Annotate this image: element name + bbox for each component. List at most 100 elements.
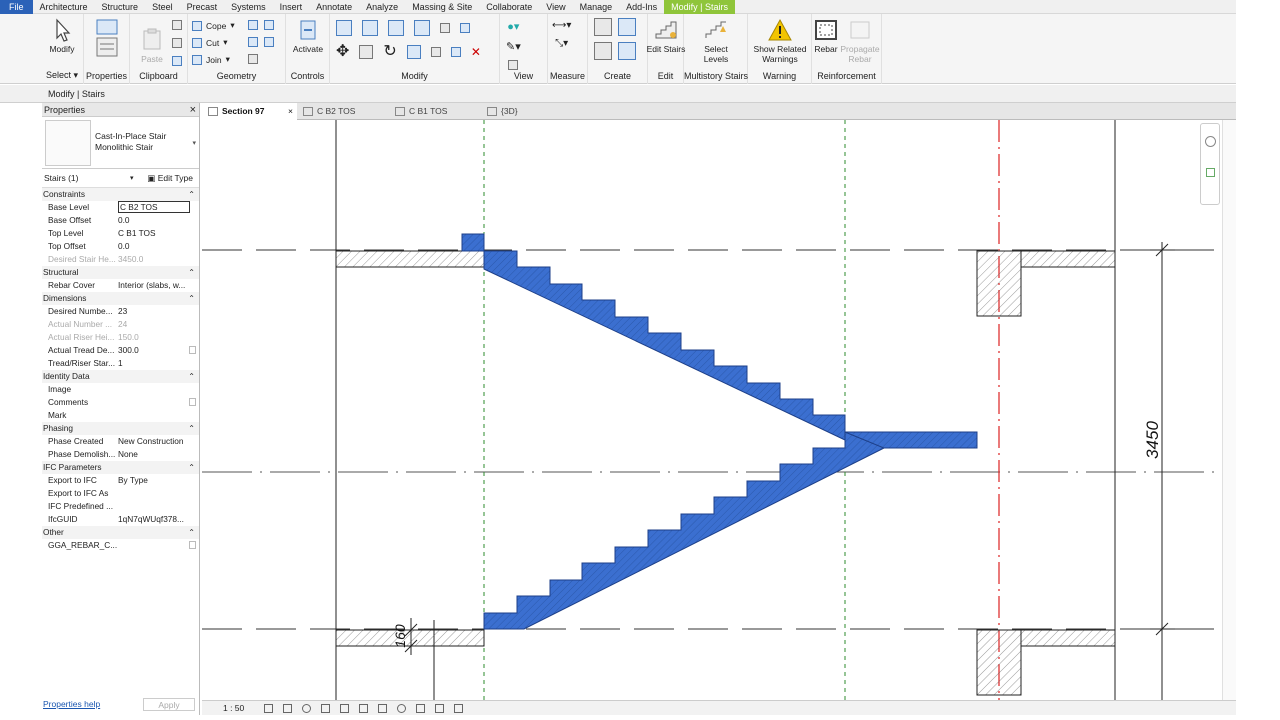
temporary-hide-icon[interactable]	[378, 704, 387, 713]
paste-button[interactable]: Paste	[132, 18, 172, 64]
property-value[interactable]: By Type	[118, 474, 198, 487]
property-value[interactable]: C B1 TOS	[118, 227, 198, 240]
create-similar-icon[interactable]	[618, 42, 636, 60]
demolish-icon[interactable]	[264, 20, 274, 30]
drawing-canvas[interactable]: 3450 160	[202, 120, 1236, 700]
delete-icon[interactable]: ✕	[471, 45, 481, 59]
highlight-displacement-icon[interactable]	[435, 704, 444, 713]
menu-tab-annotate[interactable]: Annotate	[309, 0, 359, 14]
property-group[interactable]: Dimensions ⌃	[42, 292, 199, 305]
pin-icon[interactable]	[450, 47, 461, 57]
match-type-icon[interactable]	[172, 56, 182, 66]
collapse-icon[interactable]: ⌃	[188, 266, 195, 279]
trim-icon[interactable]	[406, 45, 421, 59]
property-group[interactable]: Identity Data ⌃	[42, 370, 199, 383]
property-group[interactable]: IFC Parameters ⌃	[42, 461, 199, 474]
measure-icon[interactable]: ⟷▾	[552, 20, 571, 31]
menu-tab-add-ins[interactable]: Add-Ins	[619, 0, 664, 14]
select-levels-button[interactable]: Select Levels	[696, 18, 736, 64]
create-part-icon[interactable]	[594, 18, 612, 36]
crop-view-icon[interactable]	[340, 704, 349, 713]
collapse-icon[interactable]: ⌃	[188, 188, 195, 201]
collapse-icon[interactable]: ⌃	[188, 422, 195, 435]
property-value[interactable]: C B2 TOS	[118, 201, 190, 213]
properties-button[interactable]	[87, 18, 127, 60]
view-tab[interactable]: C B2 TOS	[297, 103, 389, 120]
view-scale[interactable]: 1 : 50	[223, 701, 244, 715]
type-selector[interactable]: Cast-In-Place Stair Monolithic Stair ▾	[42, 117, 199, 169]
menu-tab-analyze[interactable]: Analyze	[359, 0, 405, 14]
modify-button[interactable]: Modify	[42, 18, 82, 54]
cope-tool[interactable]: Cope ▾	[192, 20, 235, 31]
rotate-icon[interactable]: ↻	[383, 44, 396, 60]
property-group[interactable]: Constraints ⌃	[42, 188, 199, 201]
property-value[interactable]: 0.0	[118, 240, 198, 253]
create-group-icon[interactable]	[618, 18, 636, 36]
menu-tab-systems[interactable]: Systems	[224, 0, 273, 14]
associate-parameter-button[interactable]	[189, 541, 196, 549]
property-value[interactable]: 1	[118, 357, 198, 370]
scale-icon[interactable]	[430, 47, 441, 57]
activate-button[interactable]: Activate	[288, 18, 328, 54]
associate-parameter-button[interactable]	[189, 346, 196, 354]
show-crop-icon[interactable]	[359, 704, 368, 713]
menu-tab-insert[interactable]: Insert	[273, 0, 310, 14]
associate-parameter-button[interactable]	[189, 398, 196, 406]
property-group[interactable]: Structural ⌃	[42, 266, 199, 279]
collapse-icon[interactable]: ⌃	[188, 526, 195, 539]
shadows-icon[interactable]	[321, 704, 330, 713]
edit-type-button[interactable]: ▣ Edit Type	[147, 169, 193, 188]
property-value[interactable]: 300.0	[118, 344, 198, 357]
collapse-icon[interactable]: ⌃	[188, 292, 195, 305]
property-group[interactable]: Phasing ⌃	[42, 422, 199, 435]
join-tool[interactable]: Join ▾	[192, 54, 230, 65]
view-tab[interactable]: {3D}	[481, 103, 573, 120]
wall-joins-icon[interactable]	[248, 20, 258, 30]
menu-tab-structure[interactable]: Structure	[95, 0, 146, 14]
view-tab[interactable]: C B1 TOS	[389, 103, 481, 120]
align-icon[interactable]	[336, 20, 352, 36]
vertical-scrollbar[interactable]	[1222, 120, 1236, 700]
property-value[interactable]: 1qN7qWUqf378...	[118, 513, 198, 526]
menu-tab-manage[interactable]: Manage	[573, 0, 620, 14]
edit-stairs-button[interactable]: Edit Stairs	[646, 18, 686, 54]
menu-tab-steel[interactable]: Steel	[145, 0, 180, 14]
dimension-height-label[interactable]: 3450	[1143, 421, 1162, 459]
menu-tab-modify-stairs[interactable]: Modify | Stairs	[664, 0, 736, 14]
copy-icon[interactable]	[172, 38, 182, 48]
create-assembly-icon[interactable]	[594, 42, 612, 60]
copy-element-icon[interactable]	[359, 45, 374, 59]
linework-icon[interactable]	[508, 60, 519, 70]
reveal-constraints-icon[interactable]	[454, 704, 463, 713]
close-icon[interactable]: ×	[190, 103, 196, 117]
instance-filter[interactable]: Stairs (1) ▾ ▣ Edit Type	[42, 169, 199, 188]
menu-tab-architecture[interactable]: Architecture	[33, 0, 95, 14]
lightbulb-icon[interactable]: ●▾	[507, 20, 519, 33]
mirror-axis-icon[interactable]	[388, 20, 404, 36]
property-value[interactable]: None	[118, 448, 198, 461]
view-tab[interactable]: Section 97 ×	[202, 103, 297, 120]
menu-tab-collaborate[interactable]: Collaborate	[479, 0, 539, 14]
properties-help-link[interactable]: Properties help	[43, 699, 100, 709]
split-face-icon[interactable]	[248, 37, 258, 47]
collapse-icon[interactable]: ⌃	[188, 370, 195, 383]
steering-wheel-icon[interactable]	[1205, 136, 1216, 147]
pen-icon[interactable]: ✎▾	[506, 40, 521, 53]
mirror-draw-icon[interactable]	[414, 20, 430, 36]
array-icon[interactable]	[460, 23, 470, 33]
property-value[interactable]: 0.0	[118, 214, 198, 227]
beam-join-icon[interactable]	[264, 37, 274, 47]
analytical-model-icon[interactable]	[416, 704, 425, 713]
navigation-bar[interactable]	[1200, 123, 1220, 205]
collapse-icon[interactable]: ⌃	[188, 461, 195, 474]
offset-icon[interactable]	[362, 20, 378, 36]
close-icon[interactable]: ×	[288, 103, 293, 120]
zoom-icon[interactable]	[1206, 168, 1215, 177]
show-related-warnings-button[interactable]: Show Related Warnings	[750, 18, 810, 64]
move-icon[interactable]: ✥	[336, 44, 349, 60]
dimension-slab-label[interactable]: 160	[392, 624, 408, 648]
property-value[interactable]: New Construction	[118, 435, 198, 448]
propagate-rebar-button[interactable]: Propagate Rebar	[840, 18, 880, 64]
apply-button[interactable]: Apply	[143, 698, 195, 711]
menu-tab-massing-site[interactable]: Massing & Site	[405, 0, 479, 14]
